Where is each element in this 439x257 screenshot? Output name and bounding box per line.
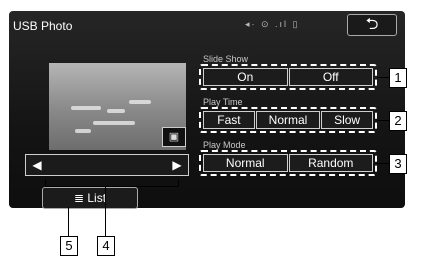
fit-screen-icon[interactable]: ▣ xyxy=(162,127,186,147)
slide-show-off-button[interactable]: Off xyxy=(288,68,373,86)
callout-leader-2 xyxy=(377,120,389,121)
slide-show-group: On Off xyxy=(199,64,377,90)
callout-bracket-4 xyxy=(45,186,179,187)
play-time-group: Fast Normal Slow xyxy=(199,107,377,133)
play-mode-random-button[interactable]: Random xyxy=(288,154,373,172)
play-mode-group: Normal Random xyxy=(199,150,377,176)
back-button[interactable]: ⮌ xyxy=(347,14,397,36)
screen-title: USB Photo xyxy=(13,19,73,33)
photo-detail xyxy=(75,129,91,133)
callout-leader-4 xyxy=(105,186,106,236)
play-mode-label: Play Mode xyxy=(203,140,246,150)
callout-leader-1 xyxy=(377,77,389,78)
callout-3: 3 xyxy=(389,154,407,174)
callout-2: 2 xyxy=(389,111,407,131)
photo-detail xyxy=(107,109,125,113)
photo-detail xyxy=(93,121,135,125)
play-time-slow-button[interactable]: Slow xyxy=(321,111,373,129)
callout-5: 5 xyxy=(60,236,78,256)
callout-bracket-4-right xyxy=(178,180,179,186)
callout-leader-5 xyxy=(68,207,69,236)
photo-detail xyxy=(129,100,151,104)
head-unit-screen: USB Photo ◂· ⊙ .ıl ▯ ⮌ ▣ ◀ ▶ ≣ List Slid… xyxy=(9,11,405,209)
next-photo-button[interactable]: ▶ xyxy=(166,155,188,175)
play-time-normal-button[interactable]: Normal xyxy=(255,111,321,129)
play-mode-normal-button[interactable]: Normal xyxy=(203,154,288,172)
list-icon: ≣ xyxy=(73,191,85,205)
callout-leader-3 xyxy=(377,163,389,164)
photo-detail xyxy=(71,106,101,110)
play-time-fast-button[interactable]: Fast xyxy=(203,111,255,129)
callout-4: 4 xyxy=(97,236,115,256)
play-time-label: Play Time xyxy=(203,97,243,107)
callout-1: 1 xyxy=(389,68,407,88)
list-button-label: List xyxy=(87,191,107,205)
list-button[interactable]: ≣ List xyxy=(42,187,138,209)
status-icons: ◂· ⊙ .ıl ▯ xyxy=(245,19,300,29)
photo-navigation-bar: ◀ ▶ xyxy=(25,154,189,176)
slide-show-label: Slide Show xyxy=(203,54,249,64)
callout-bracket-4-left xyxy=(45,180,46,186)
slide-show-on-button[interactable]: On xyxy=(203,68,288,86)
previous-photo-button[interactable]: ◀ xyxy=(26,155,48,175)
